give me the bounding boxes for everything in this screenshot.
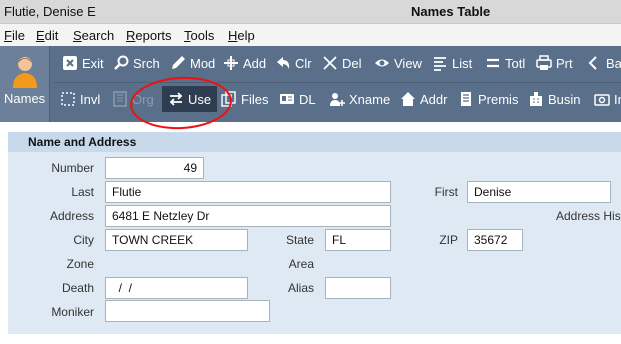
zip-label: ZIP — [439, 233, 458, 247]
id-card-icon — [280, 94, 294, 104]
person-plus-icon — [330, 93, 345, 106]
menu-tools[interactable]: Tools — [184, 28, 214, 43]
images-button[interactable]: In — [594, 86, 621, 112]
drivers-license-button[interactable]: DL — [279, 86, 316, 112]
zip-field[interactable]: 35672 — [467, 229, 523, 251]
title-bar: Flutie, Denise E Names Table — [0, 0, 621, 24]
business-icon — [530, 92, 542, 106]
camera-icon — [594, 94, 610, 106]
number-label: Number — [51, 161, 94, 175]
premises-button[interactable]: Premis — [458, 86, 518, 112]
xname-button[interactable]: Xname — [329, 86, 390, 112]
menu-help[interactable]: Help — [228, 28, 255, 43]
names-module-button[interactable]: Names — [0, 46, 50, 122]
involvements-button[interactable]: Invl — [60, 86, 100, 112]
print-button[interactable]: Prt — [536, 50, 573, 76]
address-history-label: Address His — [556, 209, 621, 223]
moniker-label: Moniker — [51, 305, 94, 319]
exit-button[interactable]: Exit — [62, 50, 104, 76]
zone-label: Zone — [66, 257, 94, 271]
city-field[interactable]: TOWN CREEK — [105, 229, 248, 251]
panel-header: Name and Address — [8, 132, 621, 152]
first-name-label: First — [434, 185, 458, 199]
dashed-box-icon — [61, 92, 75, 106]
state-label: State — [285, 233, 314, 247]
address-button[interactable]: Addr — [400, 86, 447, 112]
view-button[interactable]: View — [374, 50, 422, 76]
list-button[interactable]: List — [432, 50, 472, 76]
pencil-icon — [172, 56, 185, 69]
back-arrow-icon — [588, 56, 597, 70]
building-disabled-icon — [113, 91, 127, 107]
menu-file[interactable]: File — [4, 28, 25, 43]
business-button[interactable]: Busin — [528, 86, 581, 112]
clear-button[interactable]: Clr — [275, 50, 312, 76]
menu-bar: File Edit Search Reports Tools Help — [0, 24, 621, 46]
menu-reports[interactable]: Reports — [126, 28, 172, 43]
name-address-panel — [8, 132, 621, 334]
last-name-label: Last — [71, 185, 94, 199]
search-icon — [114, 55, 129, 70]
toolbar-divider — [54, 82, 621, 83]
total-button[interactable]: Totl — [485, 50, 525, 76]
equals-icon — [487, 58, 499, 68]
last-name-field[interactable]: Flutie — [105, 181, 391, 203]
menu-search[interactable]: Search — [73, 28, 114, 43]
plus-icon — [224, 56, 238, 70]
eye-icon — [375, 59, 389, 67]
city-label: City — [73, 233, 94, 247]
death-label: Death — [61, 281, 94, 295]
modify-button[interactable]: Mod — [170, 50, 215, 76]
alias-label: Alias — [287, 281, 314, 295]
window-title: Flutie, Denise E — [4, 4, 96, 19]
alias-field[interactable] — [325, 277, 391, 299]
moniker-field[interactable] — [105, 300, 270, 322]
printer-icon — [536, 55, 552, 70]
building-icon — [461, 92, 471, 106]
first-name-field[interactable]: Denise — [467, 181, 611, 203]
panel-title: Name and Address — [28, 135, 137, 149]
person-avatar-icon — [13, 57, 37, 88]
window-center-title: Names Table — [411, 4, 491, 19]
number-field[interactable]: 49 — [105, 157, 204, 179]
toolbar-row-1: Exit Srch Mod Add Clr Del View List Totl… — [54, 50, 621, 78]
area-label: Area — [288, 257, 314, 271]
menu-edit[interactable]: Edit — [36, 28, 58, 43]
exit-icon — [63, 56, 77, 70]
search-button[interactable]: Srch — [113, 50, 160, 76]
state-field[interactable]: FL — [325, 229, 391, 251]
undo-icon — [277, 57, 290, 69]
names-module-label: Names — [4, 91, 46, 106]
list-icon — [434, 57, 446, 71]
address-label: Address — [49, 209, 94, 223]
address-field[interactable]: 6481 E Netzley Dr — [105, 205, 391, 227]
x-icon — [323, 56, 337, 70]
house-icon — [401, 92, 415, 106]
add-button[interactable]: Add — [223, 50, 266, 76]
death-date-field[interactable]: / / — [105, 277, 248, 299]
delete-button[interactable]: Del — [322, 50, 362, 76]
back-button[interactable]: Ba — [586, 50, 621, 76]
